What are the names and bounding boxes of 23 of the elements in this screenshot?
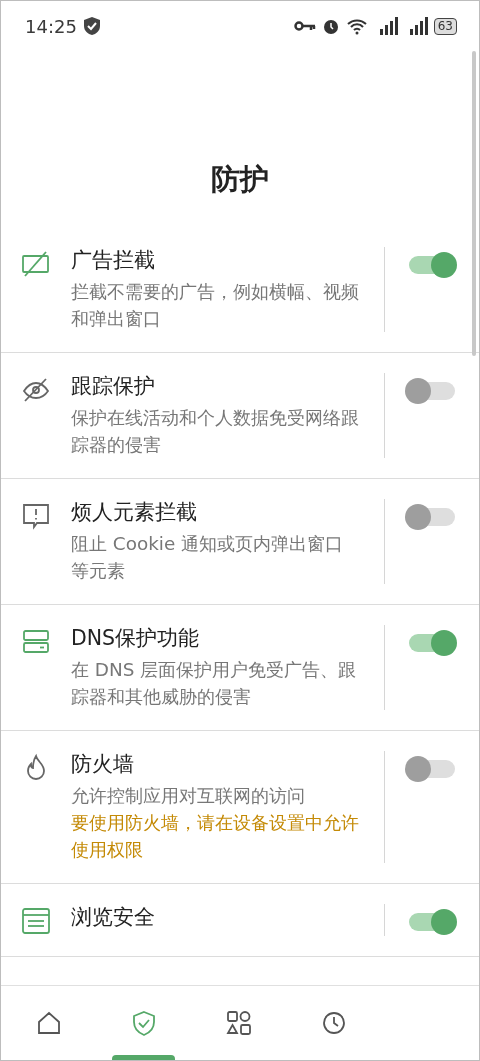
battery-level: 63 <box>433 17 457 35</box>
feature-title: 烦人元素拦截 <box>71 499 198 526</box>
feature-title: 跟踪保护 <box>71 373 156 400</box>
feature-description: 保护在线活动和个人数据免受网络跟踪器的侵害 <box>71 406 360 457</box>
shapes-icon <box>224 1009 253 1037</box>
shield-icon <box>82 16 101 36</box>
page-title: 防护 <box>211 161 269 197</box>
status-time: 14:25 <box>25 15 77 37</box>
feature-description: 拦截不需要的广告，例如横幅、视频和弹出窗口 <box>71 280 360 331</box>
feature-description: 阻止 Cookie 通知或页内弹出窗口等元素 <box>71 532 345 583</box>
key-icon <box>293 20 316 32</box>
feature-title: 广告拦截 <box>71 247 156 274</box>
feature-title: 防火墙 <box>71 751 135 778</box>
feature-description: 在 DNS 层面保护用户免受广告、跟踪器和其他威胁的侵害 <box>71 658 358 709</box>
wifi-icon <box>345 17 368 35</box>
ad-block-icon <box>21 249 51 279</box>
alert-message-icon <box>21 501 51 531</box>
browser-window-icon <box>21 906 51 936</box>
feature-title: 浏览安全 <box>71 904 156 931</box>
alarm-clock-icon <box>321 17 340 35</box>
feature-description: 允许控制应用对互联网的访问 <box>71 784 306 808</box>
warning-text: 要使用防火墙，请在设备设置中允许使用权限 <box>71 811 360 862</box>
feature-title: DNS保护功能 <box>71 625 201 652</box>
